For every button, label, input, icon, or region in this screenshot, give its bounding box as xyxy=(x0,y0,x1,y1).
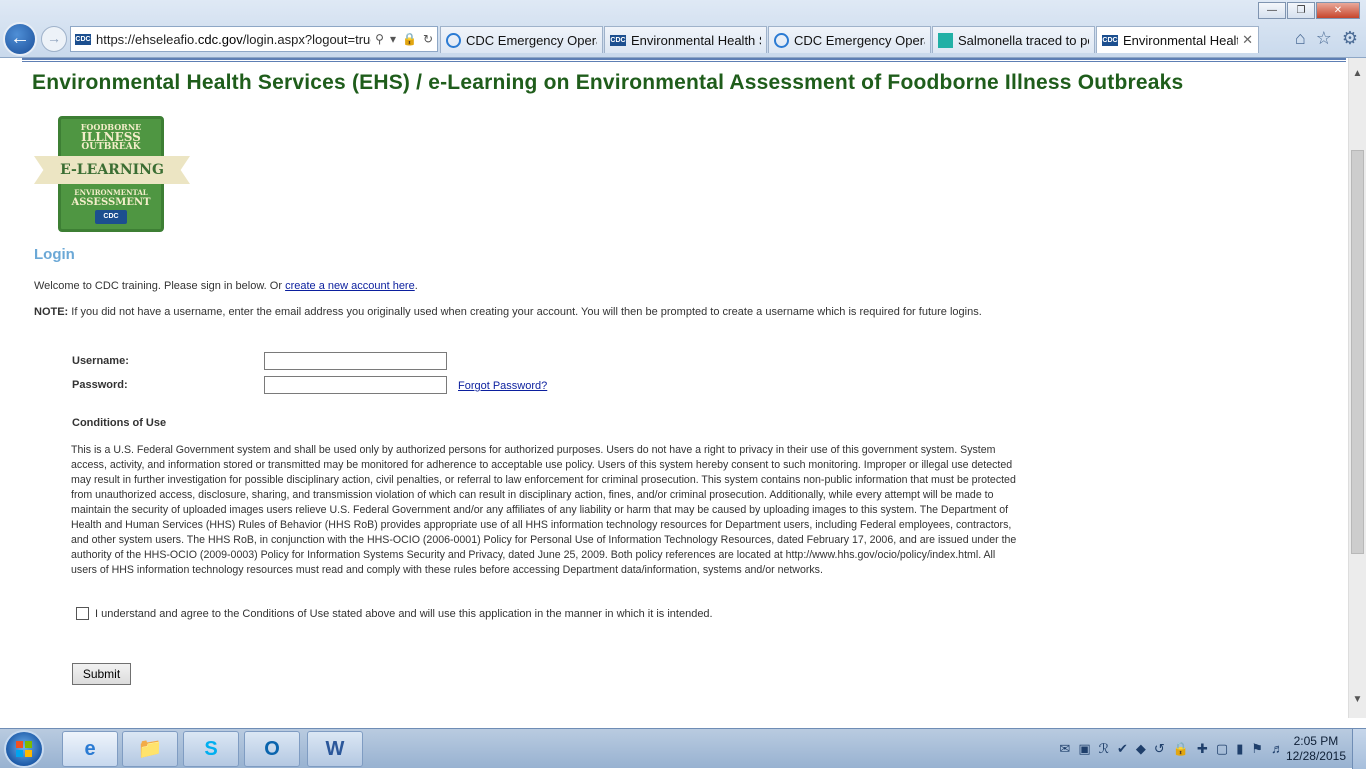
foodborne-illness-elearning-logo: FOODBORNE ILLNESS OUTBREAK E-LEARNING EN… xyxy=(34,116,190,234)
create-account-link[interactable]: create a new account here xyxy=(285,280,415,292)
monitor-icon[interactable]: ▢ xyxy=(1216,741,1228,757)
address-bar-icons: ⚲ ▾ 🔒 ↻ xyxy=(375,32,433,46)
submit-button[interactable]: Submit xyxy=(72,663,131,685)
cdc-logo-icon: CDC xyxy=(95,210,127,224)
password-input[interactable] xyxy=(264,376,447,394)
favorites-star-icon[interactable]: ☆ xyxy=(1316,28,1332,49)
ie-icon xyxy=(446,32,461,48)
password-label: Password: xyxy=(72,379,128,391)
skype-icon: S xyxy=(204,738,218,760)
usb-icon[interactable]: ▮ xyxy=(1236,741,1243,757)
note-text: NOTE: If you did not have a username, en… xyxy=(34,306,982,318)
word-icon: W xyxy=(325,738,345,760)
header-rule xyxy=(22,58,1346,62)
browser-tools: ⌂ ☆ ⚙ xyxy=(1295,28,1358,49)
refresh-icon[interactable]: ↻ xyxy=(423,32,433,46)
settings-gear-icon[interactable]: ⚙ xyxy=(1342,28,1358,49)
lock-icon[interactable]: 🔒 xyxy=(402,32,417,46)
scroll-thumb[interactable] xyxy=(1351,150,1364,554)
window-controls: — ❐ ✕ xyxy=(1258,2,1360,19)
news-icon xyxy=(938,32,953,48)
lock-tray-icon[interactable]: 🔒 xyxy=(1173,741,1189,757)
close-tab-icon[interactable]: ✕ xyxy=(1242,32,1253,48)
username-input[interactable] xyxy=(264,352,447,370)
browser-chrome: — ❐ ✕ ← → CDC https://ehseleafio.cdc.gov… xyxy=(0,0,1366,58)
cdc-favicon-icon: CDC xyxy=(75,33,91,45)
mail-icon[interactable]: ✉ xyxy=(1059,741,1070,757)
arrow-right-icon: → xyxy=(47,30,61,46)
show-desktop-button[interactable] xyxy=(1352,729,1366,769)
url-text[interactable]: https://ehseleafio.cdc.gov/login.aspx?lo… xyxy=(96,32,371,47)
bluetooth-icon[interactable]: ℛ xyxy=(1099,741,1109,757)
cdc-icon: CDC xyxy=(610,34,626,46)
page-viewport: Environmental Health Services (EHS) / e-… xyxy=(0,58,1348,728)
conditions-heading: Conditions of Use xyxy=(72,417,167,429)
tab-environmental-health-active[interactable]: CDC Environmental Health... ✕ xyxy=(1096,26,1259,53)
restore-button[interactable]: ❐ xyxy=(1287,2,1315,19)
conditions-text: This is a U.S. Federal Government system… xyxy=(71,444,1017,576)
tab-cdc-emergency-2[interactable]: CDC Emergency Opera... xyxy=(768,26,931,53)
agree-label: I understand and agree to the Conditions… xyxy=(95,607,713,620)
ie-icon: e xyxy=(84,738,96,760)
tab-salmonella[interactable]: Salmonella traced to pe... xyxy=(932,26,1095,53)
scroll-down-icon[interactable]: ▼ xyxy=(1349,694,1366,712)
username-label: Username: xyxy=(72,355,129,367)
taskbar-skype[interactable]: S xyxy=(183,731,239,767)
page-title: Environmental Health Services (EHS) / e-… xyxy=(32,71,1184,94)
tab-strip: CDC Emergency Opera... CDC Environmental… xyxy=(440,26,1260,53)
back-button[interactable]: ← xyxy=(3,22,37,56)
speaker-icon[interactable]: ♬ xyxy=(1271,741,1284,757)
ie-icon xyxy=(774,32,789,48)
forward-button[interactable]: → xyxy=(41,26,67,52)
windows-logo-icon xyxy=(16,741,32,757)
forgot-password-link[interactable]: Forgot Password? xyxy=(458,380,547,392)
dropdown-icon[interactable]: ▾ xyxy=(390,32,396,46)
address-bar[interactable]: CDC https://ehseleafio.cdc.gov/login.asp… xyxy=(70,26,438,52)
taskbar-file-explorer[interactable]: 📁 xyxy=(122,731,178,767)
security-icon[interactable]: ✔ xyxy=(1117,741,1128,757)
scroll-up-icon[interactable]: ▲ xyxy=(1349,68,1366,86)
search-icon[interactable]: ⚲ xyxy=(375,32,384,46)
arrow-left-icon: ← xyxy=(10,27,30,49)
folder-icon: 📁 xyxy=(137,738,163,760)
plus-tray-icon[interactable]: ✚ xyxy=(1197,741,1208,757)
system-clock[interactable]: 2:05 PM 12/28/2015 xyxy=(1286,734,1346,764)
outlook-icon: O xyxy=(264,738,280,760)
network-icon[interactable]: ◆ xyxy=(1136,741,1146,757)
taskbar-internet-explorer[interactable]: e xyxy=(62,731,118,767)
close-window-button[interactable]: ✕ xyxy=(1316,2,1360,19)
agree-checkbox[interactable] xyxy=(76,607,89,620)
tab-cdc-emergency-1[interactable]: CDC Emergency Opera... xyxy=(440,26,603,53)
minimize-button[interactable]: — xyxy=(1258,2,1286,19)
login-heading: Login xyxy=(34,246,75,263)
sync-icon[interactable]: ↺ xyxy=(1154,741,1165,757)
outlook-tray-icon[interactable]: ▣ xyxy=(1078,741,1090,757)
flag-tray-icon[interactable]: ⚑ xyxy=(1251,741,1263,757)
logo-ribbon: E-LEARNING xyxy=(34,156,190,184)
logo-bottom-text: ENVIRONMENTAL ASSESSMENT xyxy=(71,188,151,208)
tab-environmental-health-1[interactable]: CDC Environmental Health S... xyxy=(604,26,767,53)
cdc-icon: CDC xyxy=(1102,34,1118,46)
start-button[interactable] xyxy=(4,730,44,768)
agree-row: I understand and agree to the Conditions… xyxy=(76,607,713,620)
logo-top-text: FOODBORNE ILLNESS OUTBREAK xyxy=(80,122,142,152)
welcome-text: Welcome to CDC training. Please sign in … xyxy=(34,280,418,292)
windows-taskbar: e 📁 S O W ✉ ▣ ℛ ✔ ◆ ↺ 🔒 ✚ ▢ ▮ ⚑ ♬ 2:05 P… xyxy=(0,728,1366,769)
vertical-scrollbar[interactable]: ▲ ▼ xyxy=(1348,58,1366,718)
taskbar-word[interactable]: W xyxy=(307,731,363,767)
taskbar-outlook[interactable]: O xyxy=(244,731,300,767)
home-icon[interactable]: ⌂ xyxy=(1295,28,1306,49)
system-tray: ✉ ▣ ℛ ✔ ◆ ↺ 🔒 ✚ ▢ ▮ ⚑ ♬ xyxy=(1059,741,1284,757)
